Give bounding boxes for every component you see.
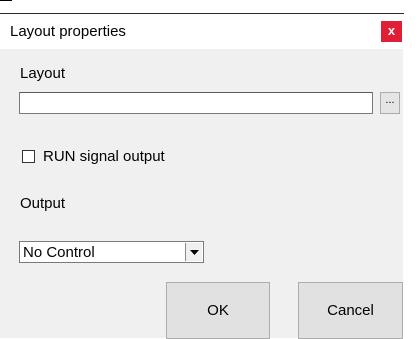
ok-button[interactable]: OK — [166, 282, 270, 339]
cancel-button-label: Cancel — [327, 302, 374, 319]
dropdown-arrow-button[interactable] — [185, 243, 202, 261]
window-title: Layout properties — [10, 23, 126, 40]
layout-input[interactable] — [19, 92, 373, 114]
ellipsis-icon: ... — [385, 94, 395, 106]
close-button[interactable]: x — [381, 21, 402, 42]
close-icon: x — [387, 23, 396, 38]
layout-properties-dialog: Layout properties x Layout ... RUN signa… — [0, 14, 403, 339]
layout-label: Layout — [20, 65, 66, 82]
cancel-button[interactable]: Cancel — [298, 282, 403, 339]
chevron-down-icon — [189, 249, 199, 255]
output-select[interactable]: No Control — [19, 241, 204, 263]
run-signal-checkbox[interactable] — [22, 150, 35, 163]
output-selected-value: No Control — [23, 244, 95, 261]
window-top-edge — [0, 0, 12, 1]
run-signal-label[interactable]: RUN signal output — [43, 148, 165, 165]
titlebar: Layout properties x — [0, 14, 403, 49]
browse-button[interactable]: ... — [380, 92, 400, 114]
ok-button-label: OK — [207, 302, 229, 319]
output-label: Output — [20, 195, 66, 212]
